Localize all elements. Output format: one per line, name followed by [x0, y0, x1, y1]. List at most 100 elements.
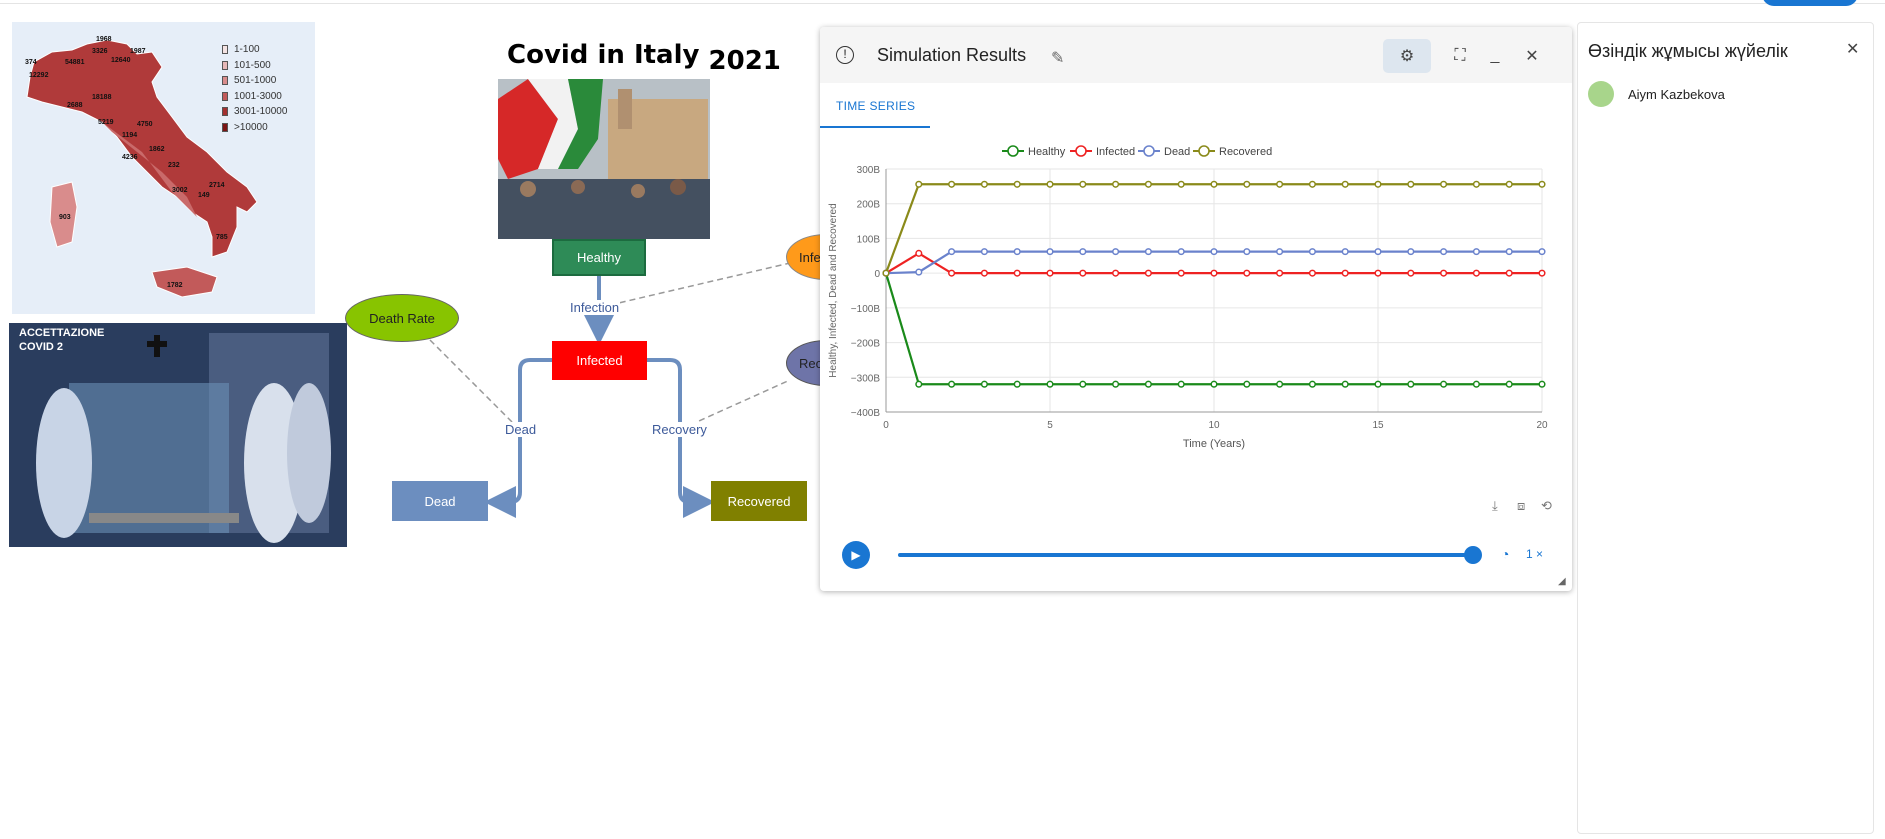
x-tick-label: 5	[1047, 420, 1053, 431]
legend-label: Infected	[1096, 146, 1135, 158]
legend-marker	[1143, 145, 1155, 157]
side-panel-title: Өзіндік жұмысы жүйелік	[1588, 41, 1788, 61]
y-tick-label: −300B	[851, 373, 881, 384]
time-series-chart: 300B 200B 100B 0 −100B −200B −300B −400B 0 5 10 15 2…	[820, 137, 1572, 517]
x-axis-label: Time (Years)	[1183, 438, 1245, 450]
data-point-recovered	[1341, 180, 1349, 188]
data-point-recovered	[1112, 180, 1120, 188]
close-icon[interactable]: ✕	[1508, 39, 1556, 73]
y-tick-label: 0	[874, 269, 880, 280]
data-point-recovered	[915, 180, 923, 188]
data-point-healthy	[1374, 380, 1382, 388]
tab-time-series[interactable]: TIME SERIES	[836, 99, 915, 113]
data-point-dead	[1505, 248, 1513, 256]
data-point-infected	[1538, 269, 1546, 277]
data-point-recovered	[1276, 180, 1284, 188]
x-tick-label: 20	[1536, 420, 1548, 431]
data-point-dead	[1407, 248, 1415, 256]
play-button[interactable]: ▶	[842, 541, 870, 569]
data-point-infected	[1013, 269, 1021, 277]
data-point-healthy	[1341, 380, 1349, 388]
x-tick-label: 0	[883, 420, 889, 431]
time-slider-track[interactable]	[898, 553, 1473, 557]
flow-dead[interactable]: Dead	[504, 422, 538, 437]
data-point-dead	[915, 268, 923, 276]
data-point-recovered	[948, 180, 956, 188]
data-point-recovered	[882, 269, 890, 277]
stock-recovered[interactable]: Recovered	[711, 481, 807, 521]
data-point-healthy	[1407, 380, 1415, 388]
data-point-infected	[1079, 269, 1087, 277]
data-point-recovered	[1243, 180, 1251, 188]
y-tick-label: 300B	[857, 165, 881, 176]
avatar	[1588, 81, 1614, 107]
chart-svg: 300B200B100B0−100B−200B−300B−400B0 5 10 15 2…	[828, 145, 1548, 450]
data-point-healthy	[1538, 380, 1546, 388]
edit-pencil-icon[interactable]: ✎	[1051, 48, 1064, 68]
data-point-infected	[1505, 269, 1513, 277]
data-point-dead	[980, 248, 988, 256]
time-slider-thumb[interactable]	[1464, 546, 1482, 564]
flow-infection[interactable]: Infection	[569, 300, 621, 315]
flow-recovery[interactable]: Recovery	[651, 422, 708, 437]
data-point-recovered	[1472, 180, 1480, 188]
data-point-dead	[1210, 248, 1218, 256]
data-point-infected	[1308, 269, 1316, 277]
dialog-header: ! Simulation Results ✎ ⚙ ⛶ _ ✕	[820, 27, 1572, 83]
data-point-recovered	[1538, 180, 1546, 188]
data-point-infected	[1341, 269, 1349, 277]
data-point-infected	[948, 269, 956, 277]
close-icon[interactable]: ✕	[1846, 39, 1859, 59]
data-point-healthy	[915, 380, 923, 388]
data-point-dead	[1308, 248, 1316, 256]
crop-icon[interactable]: ⧈	[1517, 498, 1525, 514]
data-point-infected	[1046, 269, 1054, 277]
data-point-infected	[1144, 269, 1152, 277]
data-point-healthy	[948, 380, 956, 388]
data-point-recovered	[1177, 180, 1185, 188]
data-point-healthy	[1440, 380, 1448, 388]
data-point-infected	[915, 249, 923, 257]
info-icon[interactable]: !	[836, 46, 854, 64]
data-point-healthy	[1308, 380, 1316, 388]
data-point-healthy	[1276, 380, 1284, 388]
y-tick-label: 100B	[857, 234, 881, 245]
stock-infected[interactable]: Infected	[552, 341, 647, 380]
data-point-recovered	[1308, 180, 1316, 188]
user-entry[interactable]: Aiym Kazbekova	[1588, 81, 1725, 107]
data-point-recovered	[1210, 180, 1218, 188]
data-point-recovered	[1079, 180, 1087, 188]
data-point-recovered	[1505, 180, 1513, 188]
stock-healthy[interactable]: Healthy	[552, 239, 646, 276]
scenarios-icon[interactable]: ⚙	[1383, 39, 1431, 73]
data-point-infected	[1374, 269, 1382, 277]
resize-handle-icon[interactable]: ◢	[1558, 576, 1566, 587]
data-point-infected	[1407, 269, 1415, 277]
data-point-dead	[1013, 248, 1021, 256]
stock-dead[interactable]: Dead	[392, 481, 488, 521]
data-point-recovered	[1440, 180, 1448, 188]
legend-label: Dead	[1164, 146, 1190, 158]
data-point-healthy	[1046, 380, 1054, 388]
data-point-dead	[1276, 248, 1284, 256]
dialog-title: Simulation Results	[877, 45, 1027, 65]
data-point-infected	[1276, 269, 1284, 277]
data-point-dead	[1538, 248, 1546, 256]
speed-value[interactable]: 1 ×	[1526, 547, 1543, 561]
data-point-healthy	[980, 380, 988, 388]
variable-death-rate[interactable]: Death Rate	[345, 294, 459, 342]
data-point-dead	[948, 248, 956, 256]
data-point-infected	[1243, 269, 1251, 277]
legend-marker	[1198, 145, 1210, 157]
x-tick-label: 15	[1372, 420, 1384, 431]
legend-marker	[1075, 145, 1087, 157]
data-point-healthy	[1505, 380, 1513, 388]
download-icon[interactable]: ⤓	[1492, 498, 1498, 514]
data-point-dead	[1177, 248, 1185, 256]
y-tick-label: −400B	[851, 408, 881, 419]
speed-gauge-icon[interactable]: ◔	[1501, 546, 1509, 562]
data-point-recovered	[1407, 180, 1415, 188]
reset-zoom-icon[interactable]: ⟲	[1541, 498, 1552, 514]
x-tick-label: 10	[1208, 420, 1220, 431]
legend-marker	[1007, 145, 1019, 157]
